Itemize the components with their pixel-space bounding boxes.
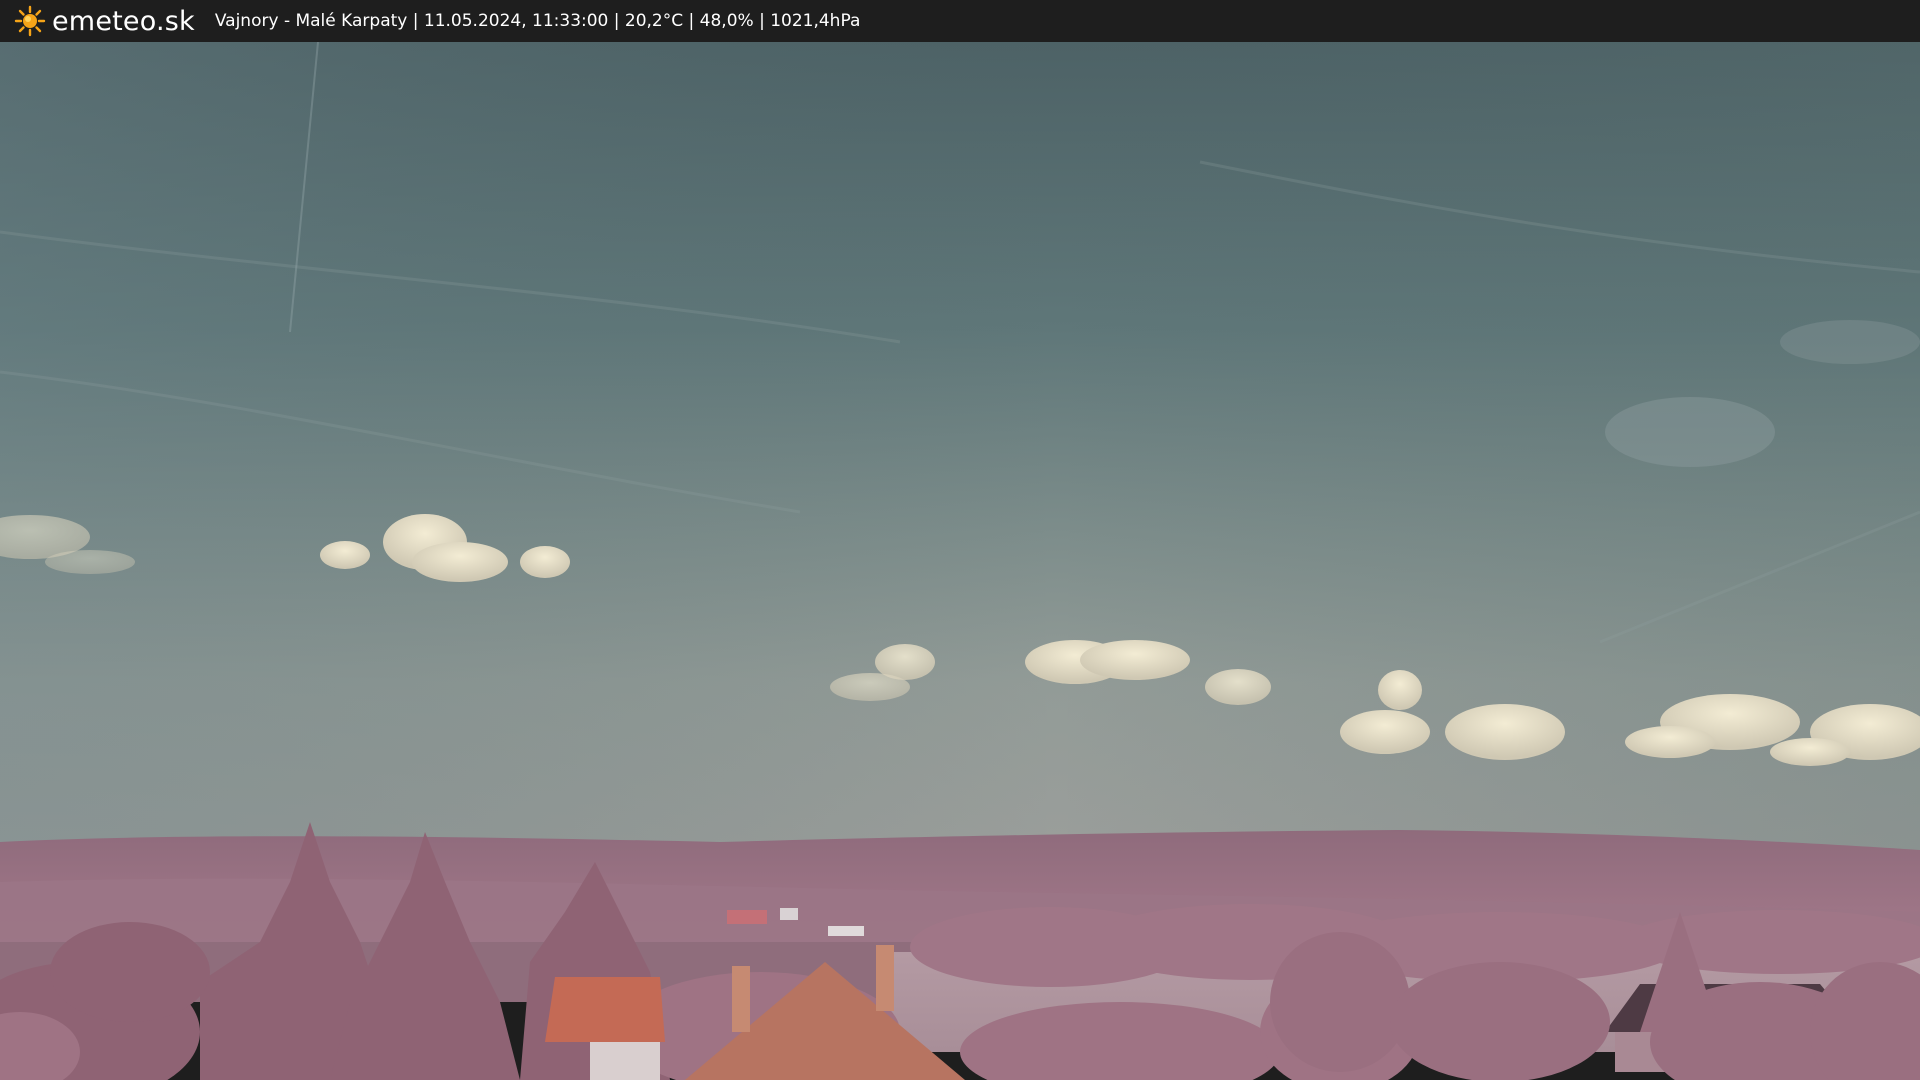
- title-bar: emeteo.sk Vajnory - Malé Karpaty | 11.05…: [0, 0, 1920, 42]
- webcam-caption: Vajnory - Malé Karpaty | 11.05.2024, 11:…: [214, 11, 861, 31]
- brand-logo-text: emeteo.sk: [52, 5, 195, 37]
- sun-icon: [14, 5, 46, 37]
- webcam-image: [0, 42, 1920, 1080]
